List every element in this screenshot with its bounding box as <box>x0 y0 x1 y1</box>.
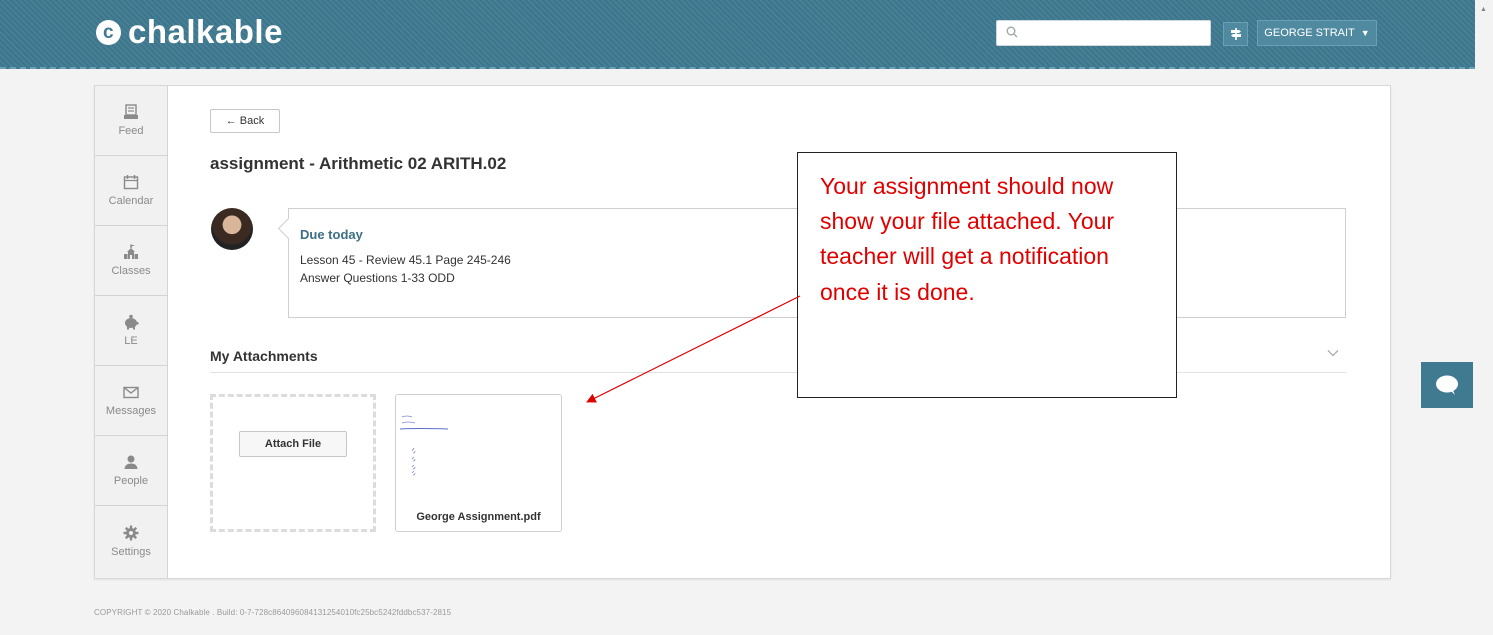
feed-icon <box>124 104 138 119</box>
sidebar-item-calendar[interactable]: Calendar <box>95 156 167 226</box>
sidebar-item-le[interactable]: LE <box>95 296 167 366</box>
user-menu-button[interactable]: GEORGE STRAIT ▼ <box>1257 20 1377 46</box>
signpost-icon <box>1230 28 1241 40</box>
sidebar-item-settings[interactable]: Settings <box>95 506 167 576</box>
signpost-button[interactable] <box>1223 22 1248 46</box>
search-box[interactable] <box>996 20 1211 47</box>
footer-copyright: COPYRIGHT © 2020 Chalkable . Build: 0-7-… <box>94 608 452 617</box>
chat-widget-button[interactable] <box>1421 362 1473 408</box>
sidebar-item-label: LE <box>124 335 138 347</box>
sidebar-item-label: Settings <box>111 545 151 558</box>
instruction-callout: Your assignment should now show your fil… <box>797 152 1177 398</box>
sidebar-item-label: Messages <box>105 405 157 417</box>
sidebar-item-label: People <box>113 475 149 487</box>
sidebar-nav: Feed Calendar Classes LE Messages People… <box>95 86 168 578</box>
calendar-icon <box>123 175 139 190</box>
teacher-avatar <box>211 208 253 250</box>
user-name: GEORGE STRAIT <box>1264 27 1355 39</box>
chevron-down-icon[interactable] <box>1327 348 1339 358</box>
page-title: assignment - Arithmetic 02 ARITH.02 <box>210 154 507 173</box>
piggy-bank-icon <box>125 314 139 330</box>
description-line: Answer Questions 1-33 ODD <box>300 271 455 285</box>
due-status: Due today <box>300 227 363 242</box>
chat-bubble-icon <box>1436 375 1458 395</box>
sidebar-item-feed[interactable]: Feed <box>95 86 167 156</box>
logo-text: chalkable <box>128 13 283 50</box>
sidebar-item-label: Calendar <box>108 195 154 207</box>
sidebar-item-people[interactable]: People <box>95 436 167 506</box>
search-icon <box>1006 26 1018 38</box>
attachments-heading: My Attachments <box>210 348 318 364</box>
attach-file-button[interactable]: Attach File <box>239 431 347 457</box>
search-input[interactable] <box>1025 21 1209 47</box>
person-icon <box>124 455 138 469</box>
envelope-icon <box>123 386 139 399</box>
classes-icon <box>124 244 138 259</box>
attach-drop-zone[interactable]: Attach File <box>210 394 376 532</box>
sidebar-item-label: Classes <box>111 265 151 277</box>
sidebar-item-classes[interactable]: Classes <box>95 226 167 296</box>
logo-mark-icon: c <box>96 19 121 45</box>
pdf-thumbnail <box>399 415 449 476</box>
top-header-bar: c chalkable GEORGE STRAIT ▼ <box>0 0 1475 69</box>
description-line: Lesson 45 - Review 45.1 Page 245-246 <box>300 253 511 267</box>
back-button[interactable]: ← Back <box>210 109 280 133</box>
sidebar-item-messages[interactable]: Messages <box>95 366 167 436</box>
file-name: George Assignment.pdf <box>416 511 541 523</box>
main-card: Feed Calendar Classes LE Messages People… <box>94 85 1391 579</box>
attachment-file-card[interactable]: George Assignment.pdf <box>395 394 562 532</box>
chalkable-logo[interactable]: c chalkable <box>96 13 283 50</box>
caret-down-icon: ▼ <box>1360 28 1370 38</box>
sidebar-item-label: Feed <box>118 125 144 137</box>
gear-icon <box>123 525 139 540</box>
scrollbar-up-arrow-icon[interactable]: ▲ <box>1480 6 1487 13</box>
